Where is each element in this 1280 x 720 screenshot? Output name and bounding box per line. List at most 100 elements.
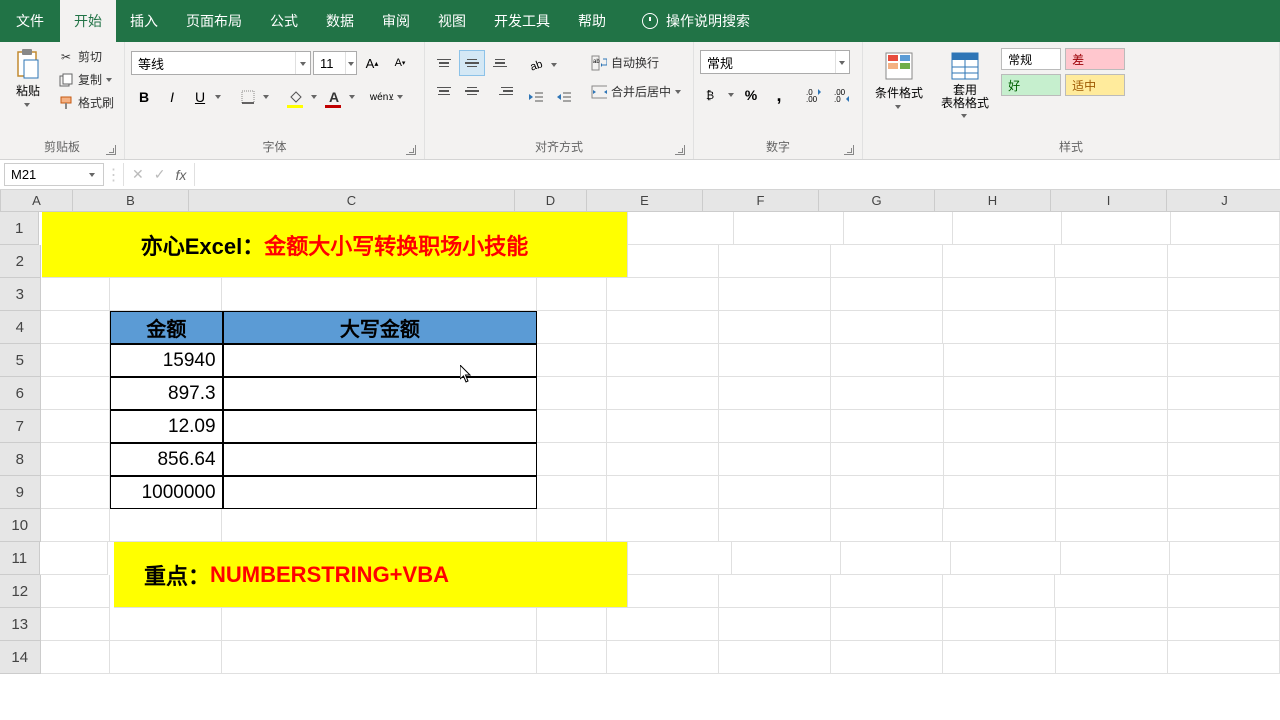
cell[interactable]	[222, 278, 537, 311]
cell[interactable]	[831, 641, 943, 674]
chevron-down-icon[interactable]	[311, 93, 319, 101]
row-header[interactable]: 4	[0, 311, 41, 344]
cancel-icon[interactable]: ✕	[132, 166, 144, 183]
column-header[interactable]: J	[1167, 190, 1280, 211]
cell[interactable]	[537, 476, 607, 509]
cell[interactable]	[622, 542, 732, 575]
borders-button[interactable]	[235, 84, 261, 110]
row-header[interactable]: 3	[0, 278, 41, 311]
merge-center-button[interactable]: 合并后居中	[587, 81, 687, 102]
cell-style-neutral[interactable]: 适中	[1065, 74, 1125, 96]
cell[interactable]	[110, 509, 222, 542]
cell[interactable]	[222, 509, 537, 542]
cell[interactable]	[41, 575, 111, 608]
cell[interactable]	[537, 377, 607, 410]
cell[interactable]	[41, 509, 111, 542]
format-painter-button[interactable]: 格式刷	[54, 92, 118, 113]
cell[interactable]	[719, 641, 831, 674]
cell[interactable]	[41, 377, 111, 410]
table-cell-upper[interactable]	[223, 476, 538, 509]
cell[interactable]	[607, 344, 719, 377]
percent-button[interactable]: %	[738, 82, 764, 108]
cell[interactable]	[1168, 245, 1280, 278]
cell[interactable]	[943, 641, 1055, 674]
row-header[interactable]: 2	[0, 245, 41, 278]
font-name-input[interactable]	[132, 56, 295, 71]
cell[interactable]	[944, 476, 1056, 509]
copy-button[interactable]: 复制	[54, 69, 118, 90]
row-header[interactable]: 11	[0, 542, 40, 575]
cell[interactable]	[41, 311, 111, 344]
cell[interactable]	[943, 245, 1055, 278]
cell[interactable]	[222, 641, 537, 674]
dialog-launcher-icon[interactable]	[675, 145, 685, 155]
cell[interactable]	[607, 641, 719, 674]
cell[interactable]	[1168, 377, 1280, 410]
tab-help[interactable]: 帮助	[564, 0, 620, 42]
tab-developer[interactable]: 开发工具	[480, 0, 564, 42]
cell[interactable]	[719, 476, 831, 509]
cell[interactable]	[1168, 476, 1280, 509]
cell[interactable]	[607, 608, 719, 641]
orientation-button[interactable]: ab	[523, 52, 549, 78]
cell[interactable]	[607, 509, 719, 542]
increase-decimal-button[interactable]: .0.00	[802, 82, 828, 108]
tell-me-search[interactable]: 操作说明搜索	[632, 0, 760, 42]
table-header-amount[interactable]: 金额	[110, 311, 222, 344]
dialog-launcher-icon[interactable]	[844, 145, 854, 155]
formula-input[interactable]	[195, 160, 1280, 189]
row-header[interactable]: 13	[0, 608, 41, 641]
cell[interactable]	[831, 344, 943, 377]
align-right-button[interactable]	[487, 78, 513, 104]
table-cell-upper[interactable]	[223, 443, 538, 476]
cell-style-good[interactable]: 好	[1001, 74, 1061, 96]
cell[interactable]	[41, 608, 111, 641]
table-cell-upper[interactable]	[223, 344, 538, 377]
cell[interactable]	[719, 344, 831, 377]
cell[interactable]	[1056, 509, 1168, 542]
cell[interactable]	[537, 641, 607, 674]
cell[interactable]	[944, 344, 1056, 377]
cell[interactable]	[831, 278, 943, 311]
cell[interactable]	[944, 377, 1056, 410]
accounting-format-button[interactable]: ₿	[700, 82, 726, 108]
cell[interactable]	[110, 641, 222, 674]
cell[interactable]	[943, 278, 1055, 311]
paste-button[interactable]: 粘贴	[6, 46, 50, 111]
cell[interactable]	[831, 311, 943, 344]
cell[interactable]	[41, 443, 111, 476]
cell[interactable]	[732, 542, 842, 575]
table-cell-amount[interactable]: 1000000	[110, 476, 222, 509]
cut-button[interactable]: ✂ 剪切	[54, 46, 118, 67]
cell[interactable]	[831, 377, 943, 410]
chevron-down-icon[interactable]	[263, 93, 271, 101]
align-middle-button[interactable]	[459, 50, 485, 76]
title-cell[interactable]: 亦心Excel：金额大小写转换职场小技能	[42, 212, 628, 278]
cell[interactable]	[607, 476, 719, 509]
cell[interactable]	[719, 311, 831, 344]
cell[interactable]	[110, 608, 222, 641]
row-header[interactable]: 8	[0, 443, 41, 476]
tab-home[interactable]: 开始	[60, 0, 116, 42]
cell[interactable]	[1168, 278, 1280, 311]
column-header[interactable]: I	[1051, 190, 1167, 211]
cell[interactable]	[831, 575, 943, 608]
align-left-button[interactable]	[431, 78, 457, 104]
table-cell-amount[interactable]: 856.64	[110, 443, 222, 476]
tab-review[interactable]: 审阅	[368, 0, 424, 42]
cell[interactable]	[222, 608, 537, 641]
chevron-down-icon[interactable]	[551, 61, 559, 69]
cell[interactable]	[537, 344, 607, 377]
cell[interactable]	[1168, 311, 1280, 344]
tab-page-layout[interactable]: 页面布局	[172, 0, 256, 42]
cell[interactable]	[1056, 377, 1168, 410]
cell[interactable]	[831, 509, 943, 542]
cell[interactable]	[719, 575, 831, 608]
cell[interactable]	[537, 311, 607, 344]
column-header[interactable]: D	[515, 190, 587, 211]
cell[interactable]	[40, 542, 108, 575]
cell[interactable]	[831, 443, 943, 476]
cell[interactable]	[607, 410, 719, 443]
cell[interactable]	[607, 278, 719, 311]
chevron-down-icon[interactable]	[397, 93, 405, 101]
